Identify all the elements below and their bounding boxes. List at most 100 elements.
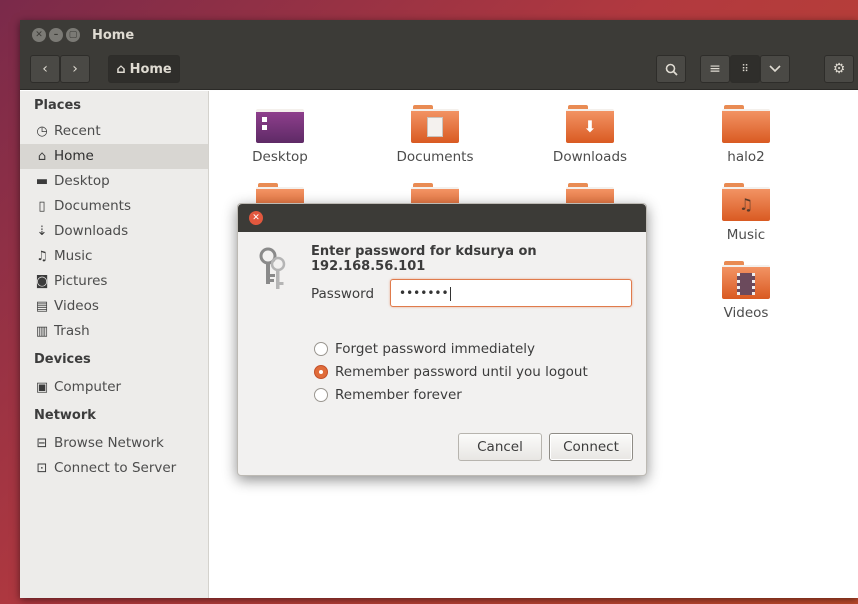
- home-icon: ⌂: [37, 149, 47, 164]
- keys-icon: [259, 247, 286, 289]
- sidebar-item-browse-network[interactable]: ⊟ Browse Network: [20, 431, 208, 456]
- search-icon: [665, 63, 678, 76]
- file-label: Desktop: [252, 149, 308, 165]
- desktop-folder-icon: [256, 105, 304, 143]
- server-icon: ⊡: [36, 461, 48, 476]
- forward-button[interactable]: ›: [60, 55, 90, 83]
- download-icon: ⇣: [36, 224, 48, 239]
- document-icon: ▯: [38, 199, 46, 214]
- sidebar-item-videos[interactable]: ▤ Videos: [20, 294, 208, 319]
- sidebar-item-computer[interactable]: ▣ Computer: [20, 375, 208, 400]
- documents-folder-icon: [411, 105, 459, 143]
- file-label: Videos: [723, 305, 769, 321]
- list-view-button[interactable]: ≡: [700, 55, 730, 83]
- music-folder-icon: ♫: [722, 183, 770, 221]
- close-icon[interactable]: ✕: [249, 211, 263, 225]
- chevron-right-icon: ›: [72, 61, 78, 77]
- sidebar-item-label: Trash: [54, 323, 90, 339]
- file-label: Downloads: [552, 149, 628, 165]
- camera-icon: ◙: [35, 274, 49, 289]
- file-label: halo2: [727, 149, 765, 165]
- view-options-button[interactable]: [760, 55, 790, 83]
- sidebar-item-pictures[interactable]: ◙ Pictures: [20, 269, 208, 294]
- downloads-folder-icon: ⬇: [566, 105, 614, 143]
- file-item-desktop[interactable]: Desktop: [230, 105, 330, 165]
- radio-remember-until-logout[interactable]: Remember password until you logout: [314, 364, 588, 380]
- file-item-downloads[interactable]: ⬇ Downloads: [540, 105, 640, 165]
- connect-button[interactable]: Connect: [549, 433, 633, 461]
- chevron-left-icon: ‹: [42, 61, 48, 77]
- sidebar-item-label: Computer: [54, 379, 122, 395]
- close-icon[interactable]: ✕: [32, 28, 46, 42]
- network-heading: Network: [34, 408, 96, 423]
- folder-icon: [722, 105, 770, 143]
- radio-label: Remember password until you logout: [335, 364, 588, 380]
- sidebar-item-label: Pictures: [54, 273, 108, 289]
- radio-label: Forget password immediately: [335, 341, 535, 357]
- cancel-button[interactable]: Cancel: [458, 433, 542, 461]
- password-field[interactable]: •••••••: [390, 279, 632, 307]
- list-icon: ≡: [709, 61, 721, 77]
- drive-icon: ▣: [35, 380, 49, 395]
- title-bar: ✕ – ▢ Home: [20, 20, 858, 50]
- trash-icon: ▥: [35, 324, 49, 339]
- sidebar-item-label: Connect to Server: [54, 460, 177, 476]
- sidebar-item-label: Browse Network: [54, 435, 164, 451]
- maximize-icon[interactable]: ▢: [66, 28, 80, 42]
- file-item-halo2[interactable]: halo2: [696, 105, 796, 165]
- sidebar-item-trash[interactable]: ▥ Trash: [20, 319, 208, 344]
- file-item-music[interactable]: ♫ Music: [696, 183, 796, 243]
- sidebar-item-home[interactable]: ⌂ Home: [20, 144, 208, 169]
- dialog-title-bar: ✕: [238, 204, 646, 232]
- devices-heading: Devices: [34, 352, 91, 367]
- password-value: •••••••: [399, 286, 449, 300]
- radio-remember-forever[interactable]: Remember forever: [314, 387, 462, 403]
- folder-icon: ▬: [35, 174, 49, 189]
- radio-forget-immediately[interactable]: Forget password immediately: [314, 341, 535, 357]
- sidebar-item-label: Music: [54, 248, 93, 264]
- breadcrumb-home[interactable]: ⌂ Home: [108, 55, 180, 83]
- minimize-icon[interactable]: –: [49, 28, 63, 42]
- sidebar: Places ◷ Recent ⌂ Home ▬ Desktop ▯ Docum…: [20, 91, 209, 598]
- clock-icon: ◷: [36, 124, 48, 139]
- search-button[interactable]: [656, 55, 686, 83]
- sidebar-item-music[interactable]: ♫ Music: [20, 244, 208, 269]
- dialog-prompt: Enter password for kdsurya on 192.168.56…: [311, 244, 537, 274]
- videos-folder-icon: [722, 261, 770, 299]
- back-button[interactable]: ‹: [30, 55, 60, 83]
- places-heading: Places: [34, 98, 82, 113]
- sidebar-item-desktop[interactable]: ▬ Desktop: [20, 169, 208, 194]
- radio-circle: [314, 365, 328, 379]
- grid-icon: ⠿: [741, 63, 749, 75]
- file-item-documents[interactable]: Documents: [385, 105, 485, 165]
- toolbar: ‹ › ⌂ Home ≡ ⠿ ⚙: [20, 50, 858, 90]
- sidebar-item-downloads[interactable]: ⇣ Downloads: [20, 219, 208, 244]
- sidebar-item-label: Downloads: [54, 223, 129, 239]
- breadcrumb-label: Home: [129, 61, 172, 77]
- password-label: Password: [311, 286, 375, 302]
- sidebar-item-label: Home: [54, 148, 94, 164]
- file-label: Music: [726, 227, 766, 243]
- film-icon: ▤: [35, 299, 49, 314]
- radio-circle: [314, 388, 328, 402]
- home-icon: ⌂: [116, 61, 126, 77]
- password-dialog: ✕ Enter password for kdsurya on 192.168.…: [237, 203, 647, 476]
- sidebar-item-recent[interactable]: ◷ Recent: [20, 119, 208, 144]
- radio-label: Remember forever: [335, 387, 462, 403]
- sidebar-item-label: Recent: [54, 123, 101, 139]
- window-title: Home: [92, 27, 135, 43]
- sidebar-item-label: Documents: [54, 198, 131, 214]
- music-icon: ♫: [36, 249, 48, 264]
- grid-view-button[interactable]: ⠿: [730, 55, 760, 83]
- sidebar-item-label: Videos: [54, 298, 99, 314]
- sidebar-item-documents[interactable]: ▯ Documents: [20, 194, 208, 219]
- settings-button[interactable]: ⚙: [824, 55, 854, 83]
- radio-circle: [314, 342, 328, 356]
- gear-icon: ⚙: [832, 61, 846, 77]
- sidebar-item-connect-to-server[interactable]: ⊡ Connect to Server: [20, 456, 208, 481]
- sidebar-item-label: Desktop: [54, 173, 110, 189]
- file-label: Documents: [396, 149, 474, 165]
- chevron-down-icon: [769, 65, 781, 73]
- network-icon: ⊟: [36, 436, 48, 451]
- file-item-videos[interactable]: Videos: [696, 261, 796, 321]
